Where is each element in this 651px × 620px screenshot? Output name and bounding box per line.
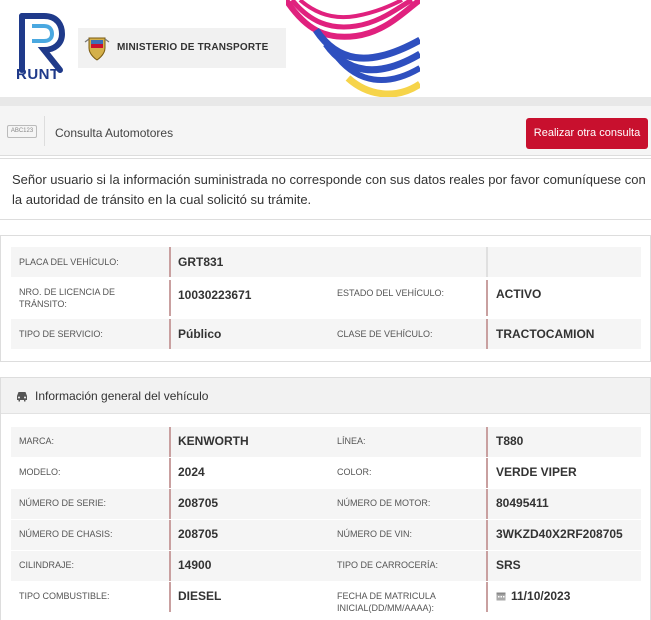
ministry-logo: MINISTERIO DE TRANSPORTE [78, 28, 290, 68]
field-label: COLOR: [337, 467, 372, 477]
licencia-label: NRO. DE LICENCIA DE TRÁNSITO: [19, 287, 116, 309]
field-divider [486, 582, 488, 612]
runt-brand-text: RUNT [16, 66, 60, 83]
estado-value: ACTIVO [496, 287, 542, 301]
general-info-panel: Información general del vehículo MARCA: K… [0, 377, 651, 620]
field-value: 11/10/2023 [511, 589, 571, 603]
field-value: T880 [496, 434, 524, 448]
field-divider [486, 520, 488, 550]
vehicle-summary-panel: PLACA DEL VEHÍCULO: GRT831 NRO. DE LICEN… [0, 235, 651, 362]
query-toolbar: ABC123 Consulta Automotores Realizar otr… [0, 106, 651, 156]
field-divider [169, 489, 171, 519]
field-divider [486, 551, 488, 581]
placa-label: PLACA DEL VEHÍCULO: [19, 257, 119, 267]
field-label: NÚMERO DE CHASIS: [19, 529, 113, 539]
clase-label: CLASE DE VEHÍCULO: [337, 329, 433, 339]
estado-label: ESTADO DEL VEHÍCULO: [337, 288, 445, 298]
field-divider [169, 427, 171, 457]
site-header: RUNT MINISTERIO DE TRANSPORTE [0, 0, 651, 98]
coat-of-arms-icon [84, 37, 110, 61]
field-row [11, 427, 641, 457]
toolbar-divider [44, 116, 45, 146]
field-label: TIPO COMBUSTIBLE: [19, 591, 110, 601]
field-value: SRS [496, 558, 521, 572]
field-value: 3WKZD40X2RF208705 [496, 527, 623, 541]
field-value: 14900 [178, 558, 212, 572]
field-value: 80495411 [496, 496, 549, 510]
field-value: 208705 [178, 496, 219, 510]
field-value: VERDE VIPER [496, 465, 577, 479]
field-value: 2024 [178, 465, 205, 479]
field-value: KENWORTH [178, 434, 249, 448]
field-divider [169, 280, 171, 316]
field-label: LÍNEA: [337, 436, 366, 446]
servicio-value: Público [178, 327, 222, 341]
flag-waves-decoration [286, 0, 420, 97]
field-value: DIESEL [178, 589, 222, 603]
clase-value: TRACTOCAMION [496, 327, 595, 341]
field-label: NÚMERO DE VIN: [337, 529, 413, 539]
notice-text: Señor usuario si la información suminist… [12, 172, 646, 207]
user-notice: Señor usuario si la información suminist… [0, 158, 651, 220]
field-divider [486, 489, 488, 519]
field-row [11, 551, 641, 581]
field-label: MARCA: [19, 436, 55, 446]
field-label: FECHA DE MATRICULA INICIAL(DD/MM/AAAA): [337, 591, 436, 613]
field-label: NÚMERO DE SERIE: [19, 498, 107, 508]
toolbar-title: Consulta Automotores [55, 126, 174, 140]
servicio-label: TIPO DE SERVICIO: [19, 329, 103, 339]
ministry-name: MINISTERIO DE TRANSPORTE [117, 42, 269, 53]
general-info-title: Información general del vehículo [35, 389, 209, 403]
field-label: CILINDRAJE: [19, 560, 75, 570]
field-divider [486, 319, 488, 349]
field-divider [169, 582, 171, 612]
field-divider [169, 319, 171, 349]
new-query-button[interactable]: Realizar otra consulta [526, 118, 648, 149]
field-label: TIPO DE CARROCERÍA: [337, 560, 439, 570]
page: RUNT MINISTERIO DE TRANSPORTE ABC123 Con [0, 0, 651, 620]
general-info-header: Información general del vehículo [1, 378, 650, 414]
calendar-icon [496, 592, 506, 601]
licencia-value: 10030223671 [178, 288, 252, 302]
placa-value: GRT831 [178, 255, 224, 269]
field-divider [169, 551, 171, 581]
field-divider [486, 427, 488, 457]
header-divider [0, 97, 651, 106]
field-divider [486, 280, 488, 316]
car-icon [17, 392, 27, 402]
field-value: 208705 [178, 527, 219, 541]
field-divider [169, 247, 171, 277]
field-label: MODELO: [19, 467, 61, 477]
field-divider [169, 458, 171, 488]
field-divider [169, 520, 171, 550]
field-divider [486, 458, 488, 488]
abc123-plate-icon: ABC123 [7, 125, 37, 138]
field-label: NÚMERO DE MOTOR: [337, 498, 431, 508]
field-divider [486, 247, 488, 277]
